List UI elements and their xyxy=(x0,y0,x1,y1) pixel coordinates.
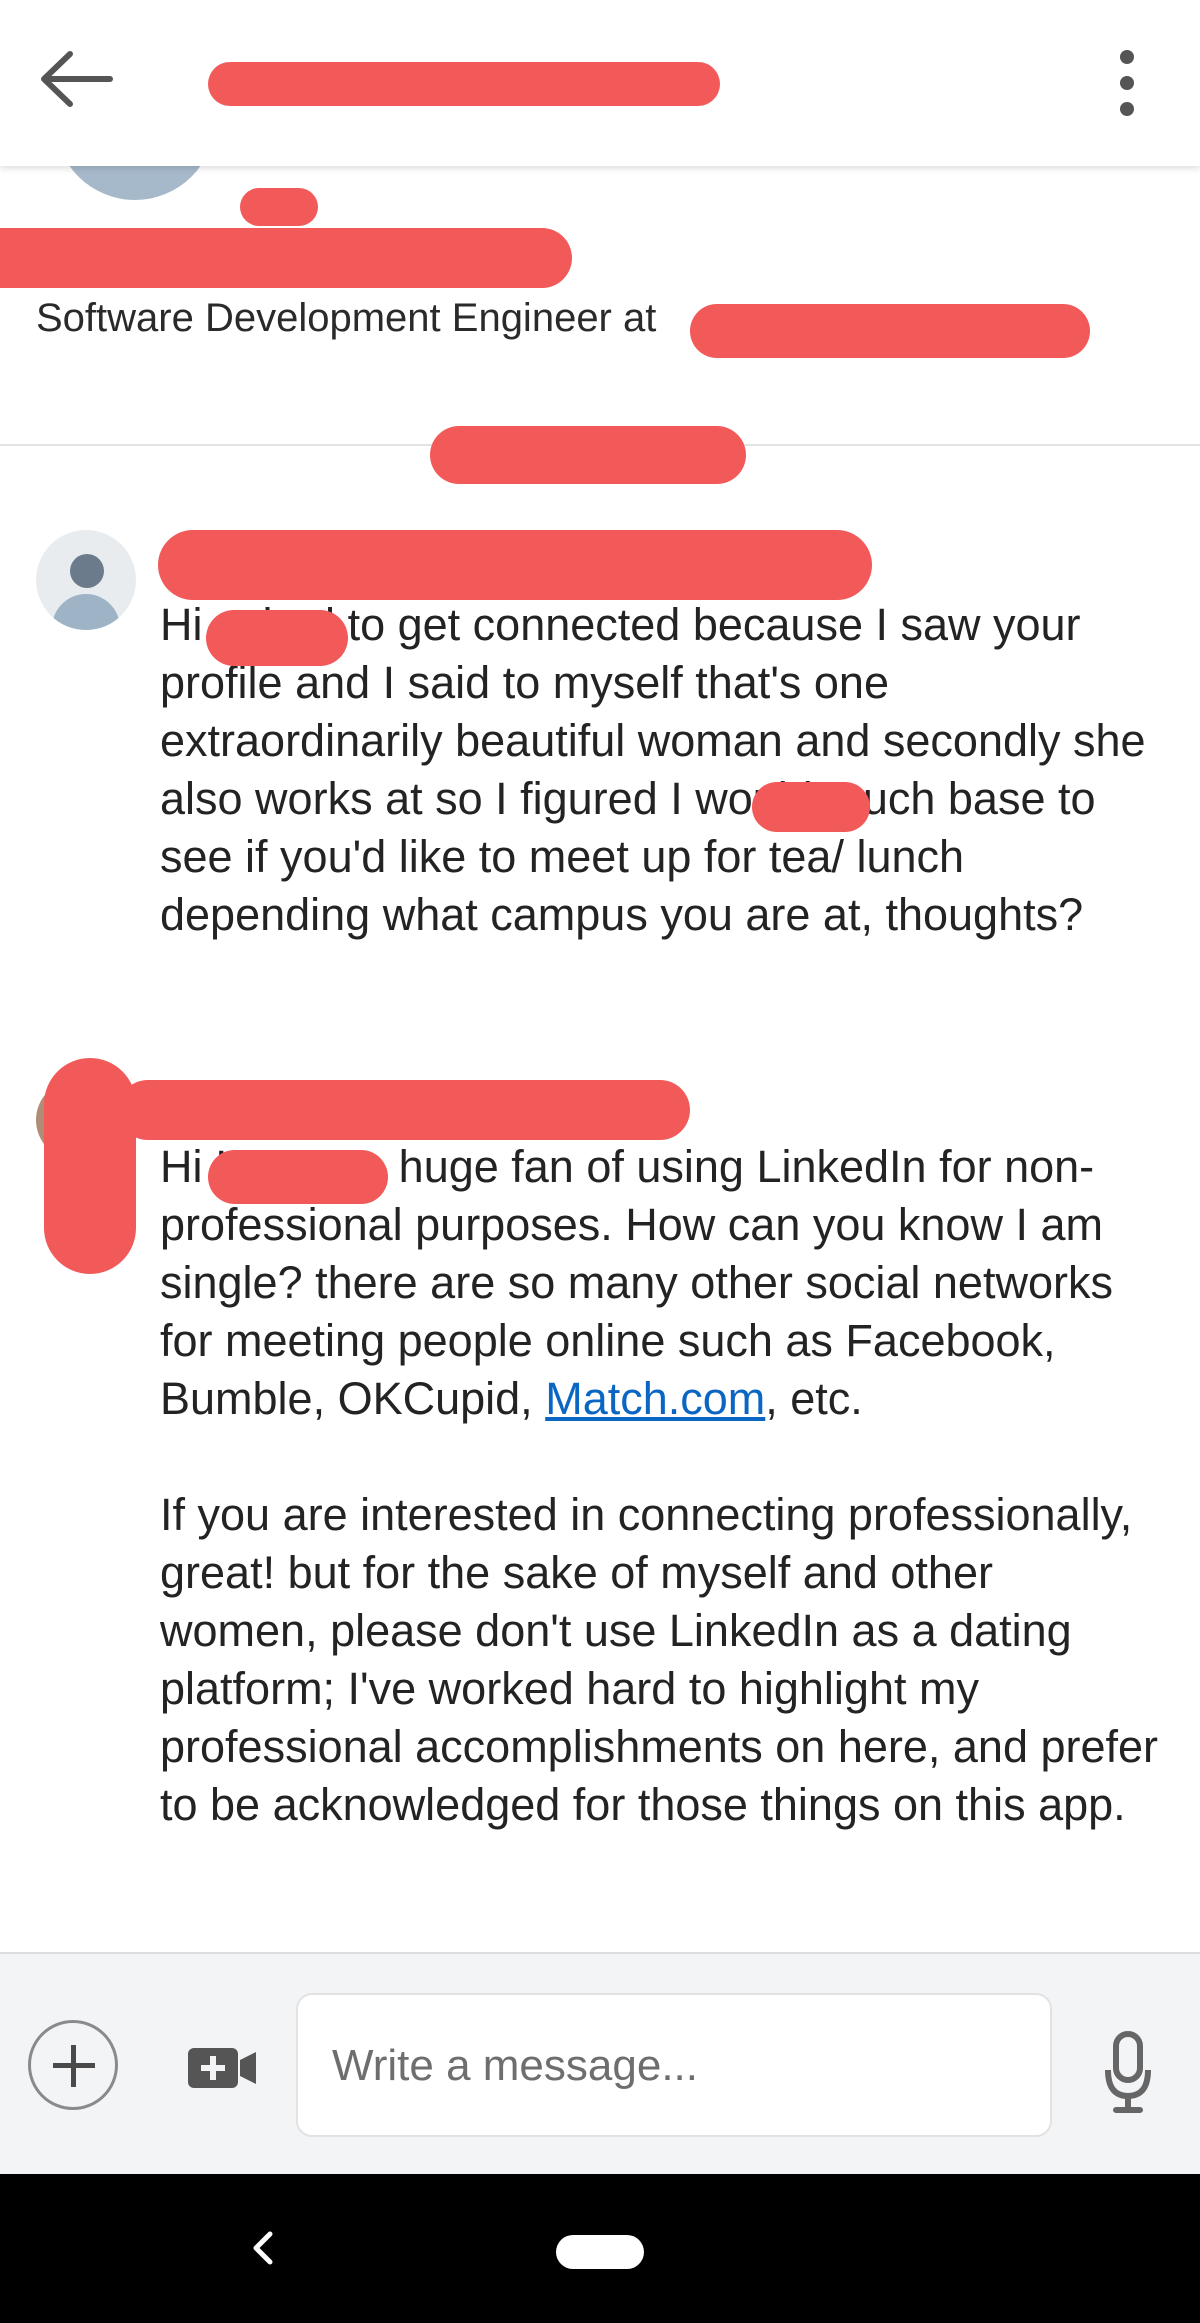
redacted-conversation-title xyxy=(208,62,720,106)
redacted-badge xyxy=(240,188,318,226)
back-button[interactable] xyxy=(36,44,132,124)
system-back-button[interactable] xyxy=(248,2228,278,2268)
message-input-placeholder: Write a message... xyxy=(332,2041,698,2090)
redacted-company xyxy=(690,304,1090,358)
reply-text: Hi I'm not a huge fan of using LinkedIn … xyxy=(160,1138,1160,1834)
redacted-reply-avatar xyxy=(44,1058,136,1274)
message-input[interactable]: Write a message... xyxy=(296,1993,1052,2137)
redacted-name-inline xyxy=(206,610,348,666)
system-home-button[interactable] xyxy=(556,2235,644,2269)
match-link[interactable]: Match.com xyxy=(545,1373,765,1424)
more-options-button[interactable] xyxy=(1100,40,1156,130)
redacted-reply-name xyxy=(118,1080,690,1140)
arrow-left-icon xyxy=(41,51,113,107)
redacted-date xyxy=(430,426,746,484)
sender-avatar[interactable] xyxy=(36,530,136,630)
redacted-name-inline xyxy=(208,1150,388,1204)
redacted-company-inline xyxy=(752,782,870,832)
chevron-left-icon xyxy=(253,2231,273,2265)
reply-body-2: If you are interested in connecting prof… xyxy=(160,1489,1159,1830)
redacted-profile-name xyxy=(0,228,572,288)
add-attachment-button[interactable] xyxy=(28,2020,118,2110)
more-vertical-icon xyxy=(1120,50,1134,64)
profile-headline: Software Development Engineer at xyxy=(36,296,657,340)
microphone-icon xyxy=(1105,2031,1151,2113)
video-button[interactable] xyxy=(186,2044,258,2092)
redacted-sender-name xyxy=(158,530,872,600)
video-camera-icon xyxy=(188,2048,256,2088)
voice-message-button[interactable] xyxy=(1104,2030,1152,2116)
